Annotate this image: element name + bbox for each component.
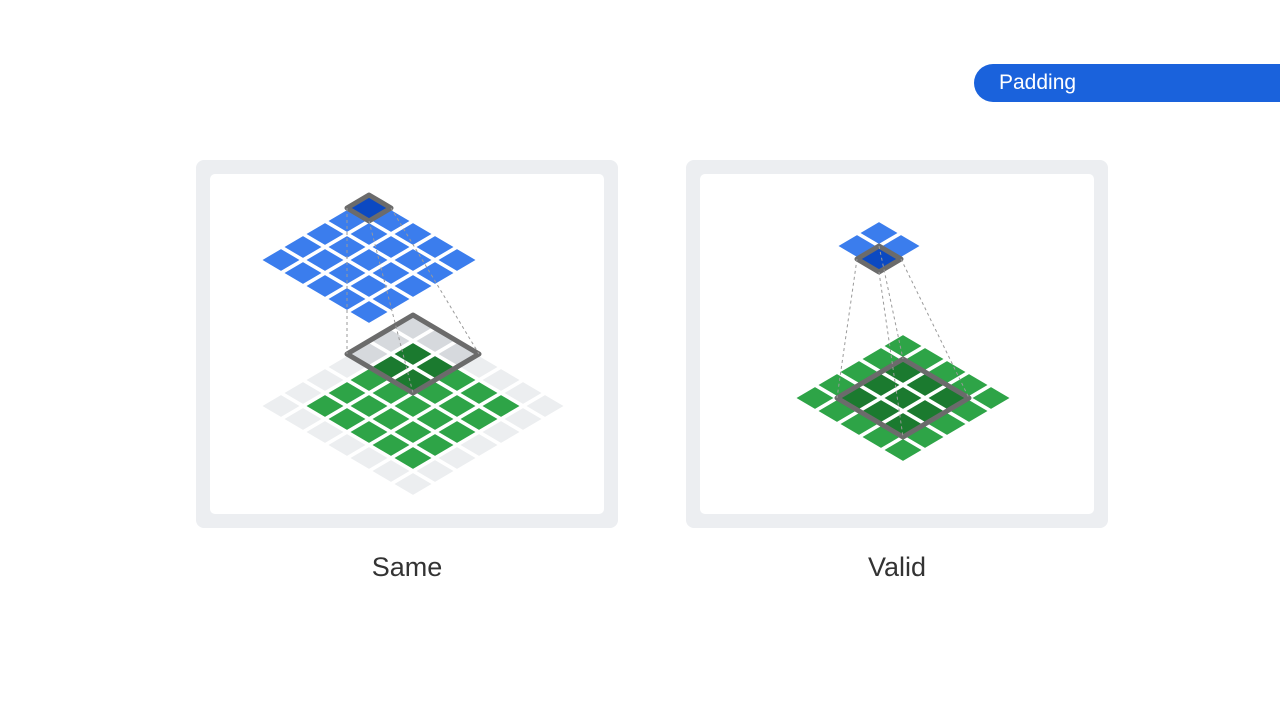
padding-tag-label: Padding xyxy=(999,71,1077,94)
same-padding-panel-inner xyxy=(210,174,604,514)
same-caption: Same xyxy=(371,552,443,582)
valid-caption: Valid xyxy=(867,552,927,582)
valid-padding-panel-inner xyxy=(700,174,1094,514)
padding-tag: Padding xyxy=(974,64,1280,102)
same-padding-panel xyxy=(196,160,618,528)
valid-padding-panel xyxy=(686,160,1108,528)
